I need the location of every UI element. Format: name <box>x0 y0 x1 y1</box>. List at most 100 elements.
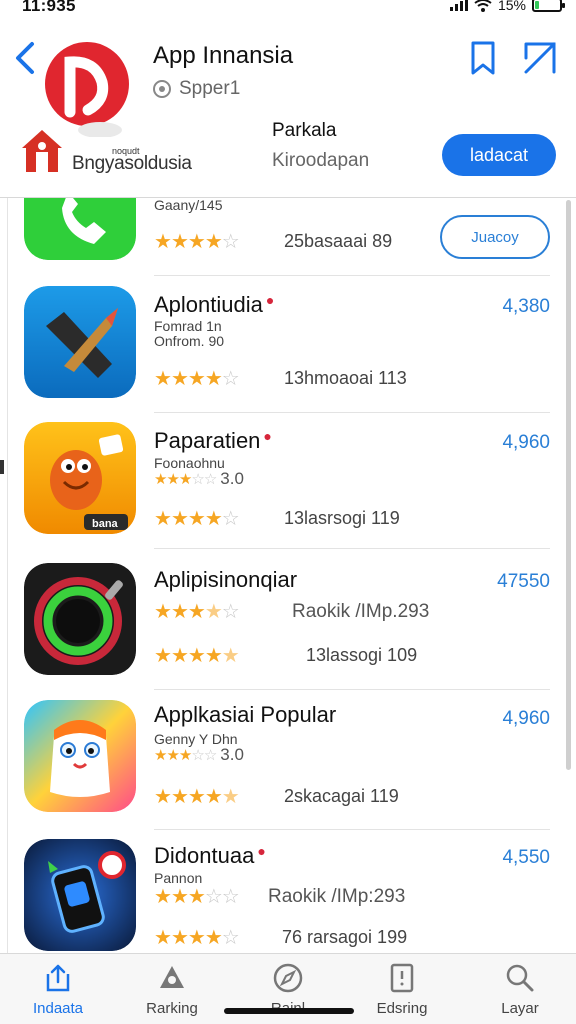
home-indicator[interactable] <box>224 1008 354 1014</box>
star-icon: ★ <box>166 471 179 488</box>
small-star-rating: ★★★☆☆ <box>154 746 217 764</box>
category-label: Parkala <box>272 120 337 141</box>
app-name-text: Paparatien <box>154 428 261 453</box>
review-count: 13lasrsogi 119 <box>284 508 400 528</box>
star-rating: ★★★★★ <box>154 643 240 668</box>
app-title: App Innansia <box>153 42 294 69</box>
star-icon: ★ <box>154 508 172 530</box>
app-subtitle-text: Spper1 <box>179 78 241 99</box>
tab-editing[interactable]: Edsring <box>357 962 447 1020</box>
app-subtitle: Spper1 <box>153 78 240 100</box>
star-icon: ☆ <box>221 601 240 623</box>
badge-dot: ● <box>263 428 272 444</box>
badge-dot: ● <box>265 292 275 308</box>
category-value: Kiroodapan <box>272 150 370 171</box>
tab-today[interactable]: Indaata <box>13 962 103 1020</box>
document-icon <box>390 963 414 993</box>
star-icon: ☆ <box>221 368 240 390</box>
rank-text: Raokik /IMp.293 <box>292 601 430 622</box>
fox-icon <box>24 422 136 534</box>
star-icon: ★ <box>187 231 206 253</box>
star-icon: ☆ <box>191 747 204 764</box>
star-icon: ☆ <box>221 886 240 908</box>
signal-icon <box>449 0 468 11</box>
star-icon: ★ <box>170 508 189 530</box>
star-icon: ★ <box>154 368 172 390</box>
star-icon: ★ <box>204 231 223 253</box>
star-rating: ★★★★☆ <box>154 506 240 531</box>
review-count: 2skacagai 119 <box>284 786 399 806</box>
small-star-rating: ★★★☆☆ <box>154 470 217 488</box>
star-icon: ☆ <box>221 231 240 253</box>
star-rating-secondary: ★★★★☆ <box>154 599 240 624</box>
phone-icon <box>24 198 136 260</box>
icon-caption: bana <box>92 518 118 530</box>
target-icon <box>153 80 171 98</box>
star-rating-secondary: ★★★☆☆ <box>154 884 240 909</box>
app-price[interactable]: 4,550 <box>502 847 550 869</box>
tab-search[interactable]: Layar <box>475 962 565 1020</box>
star-icon: ★ <box>154 747 167 764</box>
search-icon <box>506 964 534 992</box>
tab-label: Indaata <box>32 1000 84 1017</box>
list-item[interactable]: Didontuaa ● Pannon ★★★☆☆ Raokik /IMp:293 … <box>24 839 550 953</box>
divider <box>154 412 550 413</box>
ranking-icon <box>160 966 184 988</box>
pencil-icon <box>24 286 136 398</box>
app-meta: Fomrad 1n Onfrom. 90 <box>154 318 225 349</box>
star-rating: ★★★★☆ <box>154 229 240 254</box>
star-icon: ★ <box>204 508 223 530</box>
ring-icon <box>24 563 136 675</box>
app-price[interactable]: 4,960 <box>502 708 550 730</box>
upload-icon <box>46 964 70 992</box>
wifi-icon <box>474 0 492 12</box>
review-count: 76 rarsagoi 199 <box>282 927 408 947</box>
bookmark-icon[interactable] <box>466 40 500 76</box>
review-count: 13hmoaoai 113 <box>284 368 407 388</box>
star-icon: ★ <box>204 645 223 667</box>
star-icon: ★ <box>187 601 206 623</box>
list-item[interactable]: Applkasiai Popular Genny Y Dhn ★★★☆☆ 3.0… <box>24 700 550 825</box>
app-price[interactable]: 4,960 <box>502 432 550 454</box>
star-icon: ★ <box>178 471 192 488</box>
list-item[interactable]: bana Paparatien ● Foonaohnu ★★★☆☆ 3.0 4,9… <box>24 422 550 547</box>
star-icon: ★ <box>170 231 189 253</box>
star-icon: ☆ <box>221 508 240 530</box>
app-list[interactable]: Gaany/145 ★★★★☆ 25basaaai 89 Juacoy Aplo… <box>0 198 576 953</box>
tab-label: Layar <box>501 1000 539 1017</box>
review-count: 13lassogi 109 <box>306 645 418 665</box>
star-icon: ★ <box>166 747 179 764</box>
star-icon: ★ <box>187 645 206 667</box>
app-name: Aplipisinonqiar <box>154 567 298 592</box>
scrollbar[interactable] <box>566 200 571 770</box>
star-icon: ★ <box>154 231 172 253</box>
star-rating: ★★★★★ <box>154 784 240 809</box>
list-item[interactable]: Gaany/145 ★★★★☆ 25basaaai 89 Juacoy <box>24 198 550 278</box>
star-icon: ★ <box>178 747 192 764</box>
back-chevron-icon[interactable] <box>10 38 38 78</box>
star-icon: ★ <box>187 786 206 808</box>
share-icon[interactable] <box>520 40 560 76</box>
status-icons: 15% <box>449 0 565 13</box>
app-price[interactable]: 4,380 <box>502 296 550 318</box>
star-icon: ★ <box>170 601 189 623</box>
status-bar: 11:935 15% <box>0 0 576 18</box>
list-item[interactable]: Aplipisinonqiar ★★★★☆ Raokik /IMp.293 47… <box>24 563 550 688</box>
rank-text: Raokik /IMp:293 <box>268 886 406 907</box>
get-button[interactable]: ladacat <box>442 134 556 176</box>
list-item[interactable]: Aplontiudia ● Fomrad 1n Onfrom. 90 4,380 … <box>24 286 550 411</box>
tab-label: Edsring <box>376 1000 428 1017</box>
star-icon: ★ <box>204 368 223 390</box>
star-icon: ★ <box>170 786 189 808</box>
divider <box>154 275 550 276</box>
battery-icon <box>532 0 565 12</box>
star-icon: ★ <box>170 368 189 390</box>
app-price[interactable]: 47550 <box>497 571 550 593</box>
small-rating-value: 3.0 <box>220 745 244 764</box>
app-name-text: Didontuaa <box>154 843 255 868</box>
star-icon: ★ <box>187 508 206 530</box>
tab-ranking[interactable]: Rarking <box>127 962 217 1020</box>
get-app-button[interactable]: Juacoy <box>440 215 550 259</box>
developer-name[interactable]: Bngyasoldusia <box>72 153 192 175</box>
star-icon: ★ <box>154 645 172 667</box>
